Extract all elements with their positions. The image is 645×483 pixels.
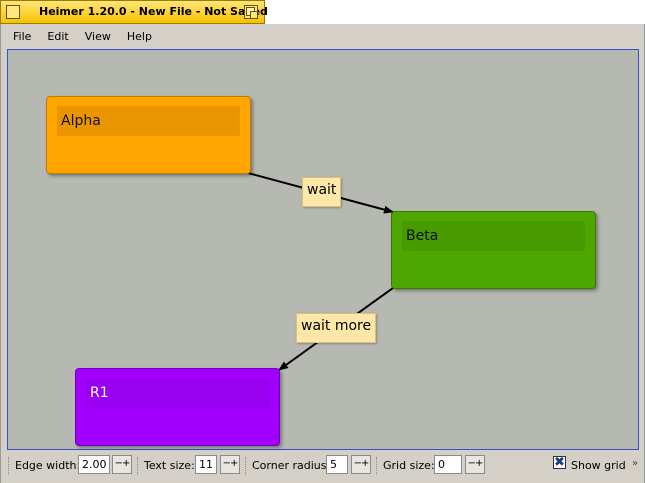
edge-label-wait[interactable]: wait <box>302 177 342 207</box>
window-title: Heimer 1.20.0 - New File - Not Saved <box>39 5 268 18</box>
corner-radius-label: Corner radius: <box>252 459 331 472</box>
edge-label-wait-more[interactable]: wait more <box>296 313 377 343</box>
node-alpha[interactable]: Alpha <box>46 96 251 174</box>
main-window: File Edit View Help Alpha Beta R1 wait wait… <box>0 24 645 483</box>
menu-bar: File Edit View Help <box>1 26 644 48</box>
edge-width-stepper[interactable]: −+ <box>112 455 132 474</box>
maximize-icon[interactable] <box>244 5 258 19</box>
window-menu-icon[interactable] <box>6 5 20 19</box>
menu-view[interactable]: View <box>77 26 119 48</box>
toolbar-separator <box>376 457 379 475</box>
mind-map-canvas[interactable]: Alpha Beta R1 wait wait more <box>7 49 639 450</box>
menu-file[interactable]: File <box>1 26 39 48</box>
show-grid-checkbox[interactable]: ✖ <box>553 456 566 469</box>
node-label[interactable]: R1 <box>86 378 269 408</box>
node-label[interactable]: Alpha <box>57 106 240 136</box>
grid-size-input[interactable]: 0 <box>434 455 462 474</box>
corner-radius-stepper[interactable]: −+ <box>351 455 371 474</box>
toolbar-separator <box>245 457 248 475</box>
overflow-chevron-icon[interactable]: » <box>632 458 638 469</box>
menu-edit[interactable]: Edit <box>39 26 76 48</box>
grid-size-stepper[interactable]: −+ <box>465 455 485 474</box>
grid-size-label: Grid size: <box>383 459 435 472</box>
text-size-input[interactable]: 11 <box>195 455 217 474</box>
menu-help[interactable]: Help <box>119 26 160 48</box>
edge-width-input[interactable]: 2.00 <box>78 455 110 474</box>
toolbar-separator <box>8 457 11 475</box>
node-beta[interactable]: Beta <box>391 211 596 289</box>
node-label[interactable]: Beta <box>402 221 585 251</box>
title-bar[interactable]: Heimer 1.20.0 - New File - Not Saved <box>0 0 268 24</box>
corner-radius-input[interactable]: 5 <box>326 455 348 474</box>
show-grid-label: Show grid <box>571 459 626 472</box>
node-r1[interactable]: R1 <box>75 368 280 446</box>
toolbar-separator <box>137 457 140 475</box>
text-size-label: Text size: <box>144 459 195 472</box>
text-size-stepper[interactable]: −+ <box>220 455 240 474</box>
bottom-toolbar: Edge width: 2.00 −+ Text size: 11 −+ Cor… <box>1 453 644 479</box>
edge-width-label: Edge width: <box>15 459 81 472</box>
